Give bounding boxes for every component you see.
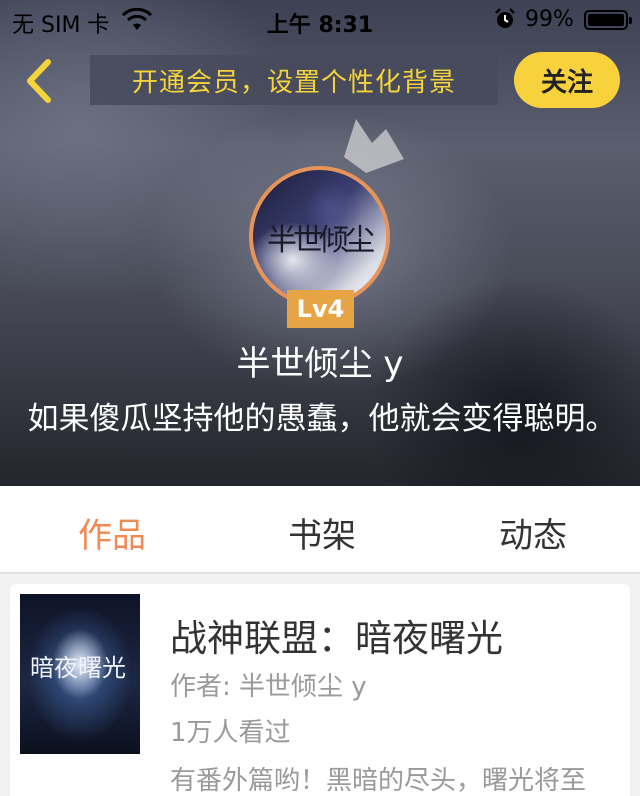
chevron-left-icon [27, 59, 51, 103]
vip-banner[interactable]: 开通会员，设置个性化背景 [90, 55, 498, 105]
avatar-artwork-text: 半世倾尘 [267, 223, 375, 258]
book-title[interactable]: 战神联盟：暗夜曙光 [170, 608, 503, 662]
book-cover-text: 暗夜曙光 [30, 654, 126, 682]
user-bio: 如果傻瓜坚持他的愚蠢，他就会变得聪明。 [27, 401, 617, 437]
profile-header: 无 SIM 卡 上午 8:31 99% 开通会员，设置个性化背景 关注 半世倾尘… [0, 0, 640, 486]
book-readers: 1万人看过 [170, 718, 291, 748]
tab-activity[interactable]: 动态 [463, 508, 603, 557]
profile-tabs: 作品 书架 动态 [0, 486, 640, 574]
status-bar: 无 SIM 卡 上午 8:31 99% [0, 0, 640, 40]
crown-icon [344, 119, 404, 173]
book-description: 有番外篇哟！黑暗的尽头，曙光将至 [170, 766, 587, 796]
book-card[interactable]: 暗夜曙光 战神联盟：暗夜曙光 作者: 半世倾尘 y 1万人看过 有番外篇哟！黑暗… [10, 584, 630, 796]
follow-button[interactable]: 关注 [514, 52, 620, 108]
username: 半世倾尘 y [236, 344, 404, 384]
book-author: 作者: 半世倾尘 y [170, 672, 367, 702]
battery-percent: 99% [525, 7, 574, 32]
tab-works[interactable]: 作品 [42, 508, 182, 557]
book-cover[interactable]: 暗夜曙光 [20, 594, 140, 754]
tab-bookshelf[interactable]: 书架 [252, 508, 392, 557]
battery-icon [584, 10, 632, 30]
level-badge: Lv4 [287, 290, 354, 328]
back-button[interactable] [18, 56, 58, 106]
alarm-icon [495, 8, 515, 28]
avatar[interactable]: 半世倾尘 [249, 166, 390, 307]
